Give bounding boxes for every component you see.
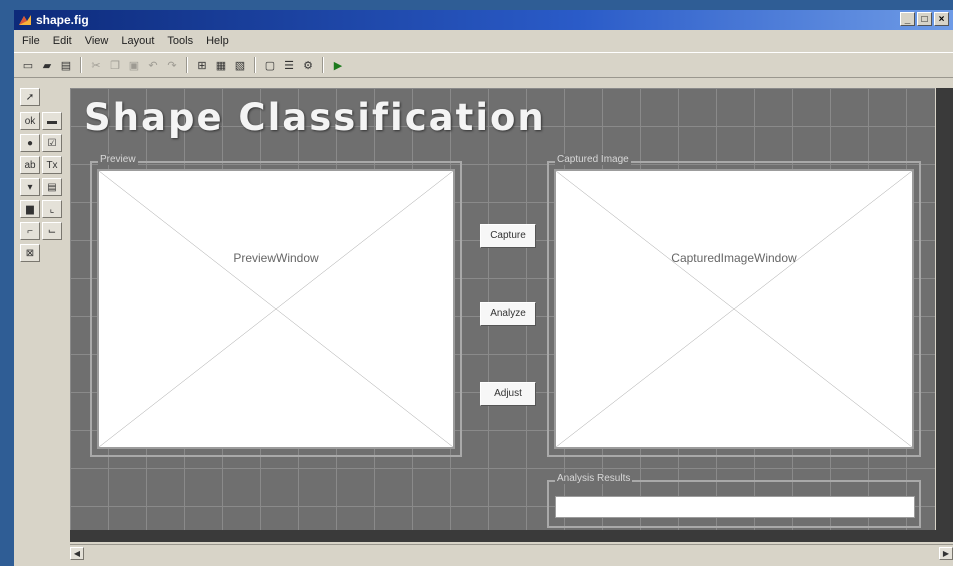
select-tool-icon[interactable]: ➚ <box>20 88 40 106</box>
run-icon[interactable]: ▶ <box>330 57 346 73</box>
slider-tool-icon[interactable]: ▬ <box>42 112 62 130</box>
editor-icon[interactable]: ▦ <box>213 57 229 73</box>
axes-placeholder-cross <box>556 171 912 447</box>
push-button-tool-icon[interactable]: ok <box>20 112 40 130</box>
results-panel-label: Analysis Results <box>555 473 633 484</box>
preview-panel[interactable]: Preview PreviewWindow <box>90 154 462 457</box>
horizontal-scrollbar[interactable]: ◀ ▶ <box>70 544 953 563</box>
checkbox-tool-icon[interactable]: ☑ <box>42 134 62 152</box>
analysis-results-panel[interactable]: Analysis Results <box>547 473 921 528</box>
popup-menu-tool-icon[interactable]: ▾ <box>20 178 40 196</box>
panel-tool-icon[interactable]: ⌐ <box>20 222 40 240</box>
browser-icon[interactable]: ⚙ <box>300 57 316 73</box>
button-group-tool-icon[interactable]: ⌙ <box>42 222 62 240</box>
listbox-tool-icon[interactable]: ▤ <box>42 178 62 196</box>
maximize-button[interactable]: □ <box>917 12 932 26</box>
axes-placeholder-cross <box>99 171 453 447</box>
matlab-app-icon <box>18 13 32 27</box>
tab-order-icon[interactable]: ▢ <box>262 57 278 73</box>
undo-icon[interactable]: ↶ <box>145 57 161 73</box>
captured-image-axes[interactable]: CapturedImageWindow <box>554 169 914 449</box>
component-palette: ➚ ok ▬ ● ☑ ab Tx ▾ ▤ ▆ ⌞ ⌐ ⌙ ⊠ <box>20 88 68 278</box>
new-icon[interactable]: ▭ <box>20 57 36 73</box>
redo-icon[interactable]: ↷ <box>164 57 180 73</box>
preview-panel-label: Preview <box>98 154 138 165</box>
canvas-border <box>70 530 953 542</box>
menu-layout[interactable]: Layout <box>121 32 154 50</box>
close-button[interactable]: × <box>934 12 949 26</box>
save-icon[interactable]: ▤ <box>58 57 74 73</box>
capture-button[interactable]: Capture <box>480 224 536 248</box>
guide-window: shape.fig _ □ × File Edit View Layout To… <box>14 10 953 566</box>
radio-button-tool-icon[interactable]: ● <box>20 134 40 152</box>
analyze-button[interactable]: Analyze <box>480 302 536 326</box>
vertical-scrollbar[interactable] <box>936 88 953 540</box>
captured-panel-label: Captured Image <box>555 154 631 165</box>
menu-edit[interactable]: Edit <box>53 32 72 50</box>
axes-tool-icon[interactable]: ⌞ <box>42 200 62 218</box>
menu-view[interactable]: View <box>85 32 109 50</box>
adjust-button[interactable]: Adjust <box>480 382 536 406</box>
page-title[interactable]: Shape Classification <box>84 96 546 139</box>
open-icon[interactable]: ▰ <box>39 57 55 73</box>
scroll-right-arrow-icon[interactable]: ▶ <box>939 547 953 560</box>
toolbar-separator <box>322 57 324 73</box>
toolbar: ▭ ▰ ▤ ✂ ❐ ▣ ↶ ↷ ⊞ ▦ ▧ ▢ ☰ ⚙ ▶ <box>14 52 953 78</box>
toggle-button-tool-icon[interactable]: ▆ <box>20 200 40 218</box>
activex-tool-icon[interactable]: ⊠ <box>20 244 40 262</box>
layout-canvas[interactable]: Shape Classification Preview PreviewWind… <box>70 88 935 540</box>
minimize-button[interactable]: _ <box>900 12 915 26</box>
edit-text-tool-icon[interactable]: ab <box>20 156 40 174</box>
window-title: shape.fig <box>36 13 89 27</box>
scroll-left-arrow-icon[interactable]: ◀ <box>70 547 84 560</box>
captured-image-panel[interactable]: Captured Image CapturedImageWindow <box>547 154 921 457</box>
menu-file[interactable]: File <box>22 32 40 50</box>
preview-axes-tag: PreviewWindow <box>233 251 319 265</box>
title-bar[interactable]: shape.fig _ □ × <box>14 10 953 30</box>
static-text-tool-icon[interactable]: Tx <box>42 156 62 174</box>
copy-icon[interactable]: ❐ <box>107 57 123 73</box>
paste-icon[interactable]: ▣ <box>126 57 142 73</box>
align-icon[interactable]: ⊞ <box>194 57 210 73</box>
menu-tools[interactable]: Tools <box>167 32 193 50</box>
captured-axes-tag: CapturedImageWindow <box>671 251 797 265</box>
preview-axes[interactable]: PreviewWindow <box>97 169 455 449</box>
toolbar-separator <box>186 57 188 73</box>
toolbar-separator <box>80 57 82 73</box>
cut-icon[interactable]: ✂ <box>88 57 104 73</box>
menu-editor-icon[interactable]: ☰ <box>281 57 297 73</box>
menu-bar: File Edit View Layout Tools Help <box>14 32 953 50</box>
menu-help[interactable]: Help <box>206 32 229 50</box>
toolbar-separator <box>254 57 256 73</box>
analysis-results-field[interactable] <box>555 496 915 518</box>
property-icon[interactable]: ▧ <box>232 57 248 73</box>
